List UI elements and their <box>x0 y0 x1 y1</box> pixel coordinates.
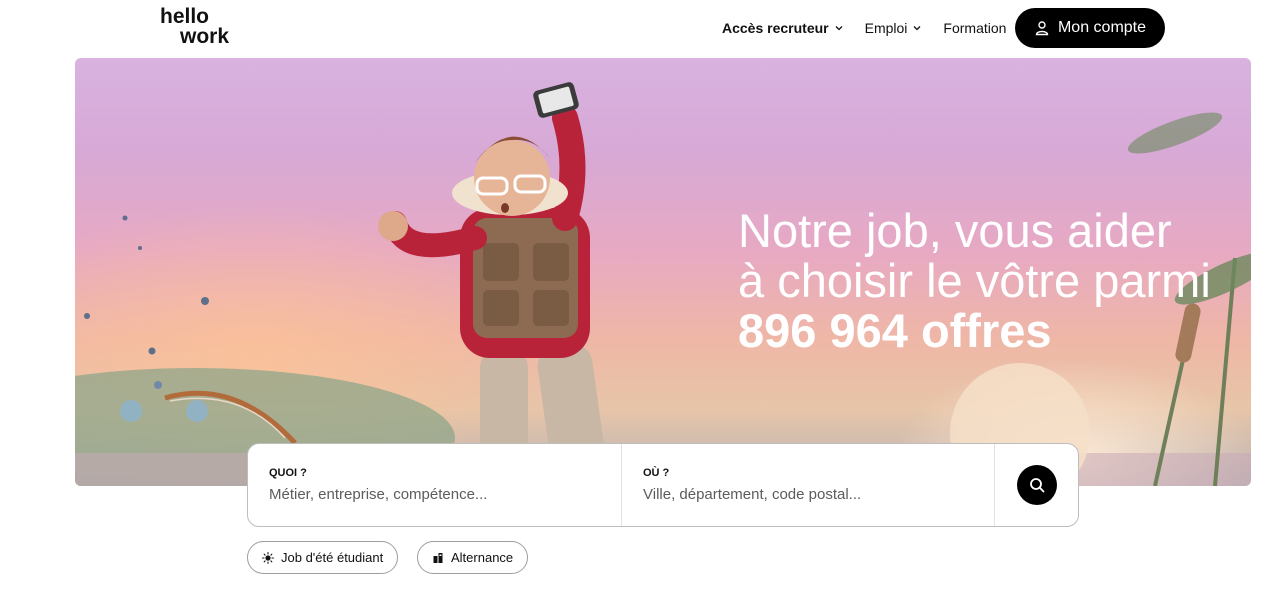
mon-compte-label: Mon compte <box>1057 19 1147 36</box>
chip-job-ete-etudiant[interactable]: Job d'été étudiant <box>247 541 399 574</box>
chevron-down-icon <box>835 26 843 31</box>
nav-emploi-label: Emploi <box>864 20 908 36</box>
job-search-form: QUOI ? OÙ ? <box>247 443 1079 527</box>
what-label: QUOI ? <box>269 467 307 479</box>
search-button[interactable] <box>1017 465 1057 505</box>
mon-compte-button[interactable]: Mon compte <box>1015 8 1165 48</box>
search-icon <box>1030 478 1045 493</box>
nav-formation[interactable]: Formation <box>943 20 1006 36</box>
chip-alternance-label: Alternance <box>451 550 514 565</box>
nav-emploi[interactable]: Emploi <box>865 20 923 36</box>
hero-line-2: à choisir le vôtre parmi <box>738 254 1211 307</box>
nav-formation-label: Formation <box>943 20 1007 36</box>
chip-alternance[interactable]: Alternance <box>417 541 529 574</box>
hero-line-1: Notre job, vous aider <box>738 204 1172 257</box>
user-icon <box>1035 21 1049 36</box>
nav-acces-recruteur-label: Accès recruteur <box>722 20 829 36</box>
nav-acces-recruteur[interactable]: Accès recruteur <box>722 20 844 36</box>
what-field[interactable]: QUOI ? <box>248 444 622 526</box>
where-input[interactable] <box>643 482 963 506</box>
what-input[interactable] <box>269 482 589 506</box>
hellowork-logo[interactable]: hello work <box>160 6 244 46</box>
sun-icon <box>262 551 274 564</box>
hero-offer-count: 896 964 offres <box>738 304 1052 357</box>
hero-banner: Notre job, vous aider à choisir le vôtre… <box>75 58 1251 486</box>
hero-headline: Notre job, vous aider à choisir le vôtre… <box>738 206 1211 356</box>
chip-job-ete-etudiant-label: Job d'été étudiant <box>281 550 384 565</box>
where-label: OÙ ? <box>643 467 670 479</box>
site-header: hello work Accès recruteur Emploi Format… <box>0 0 1280 56</box>
logo-line-2: work <box>179 25 229 46</box>
main-nav: Accès recruteur Emploi Formation <box>722 8 1027 48</box>
where-field[interactable]: OÙ ? <box>622 444 995 526</box>
chevron-down-icon <box>913 26 921 31</box>
building-icon <box>433 552 443 563</box>
